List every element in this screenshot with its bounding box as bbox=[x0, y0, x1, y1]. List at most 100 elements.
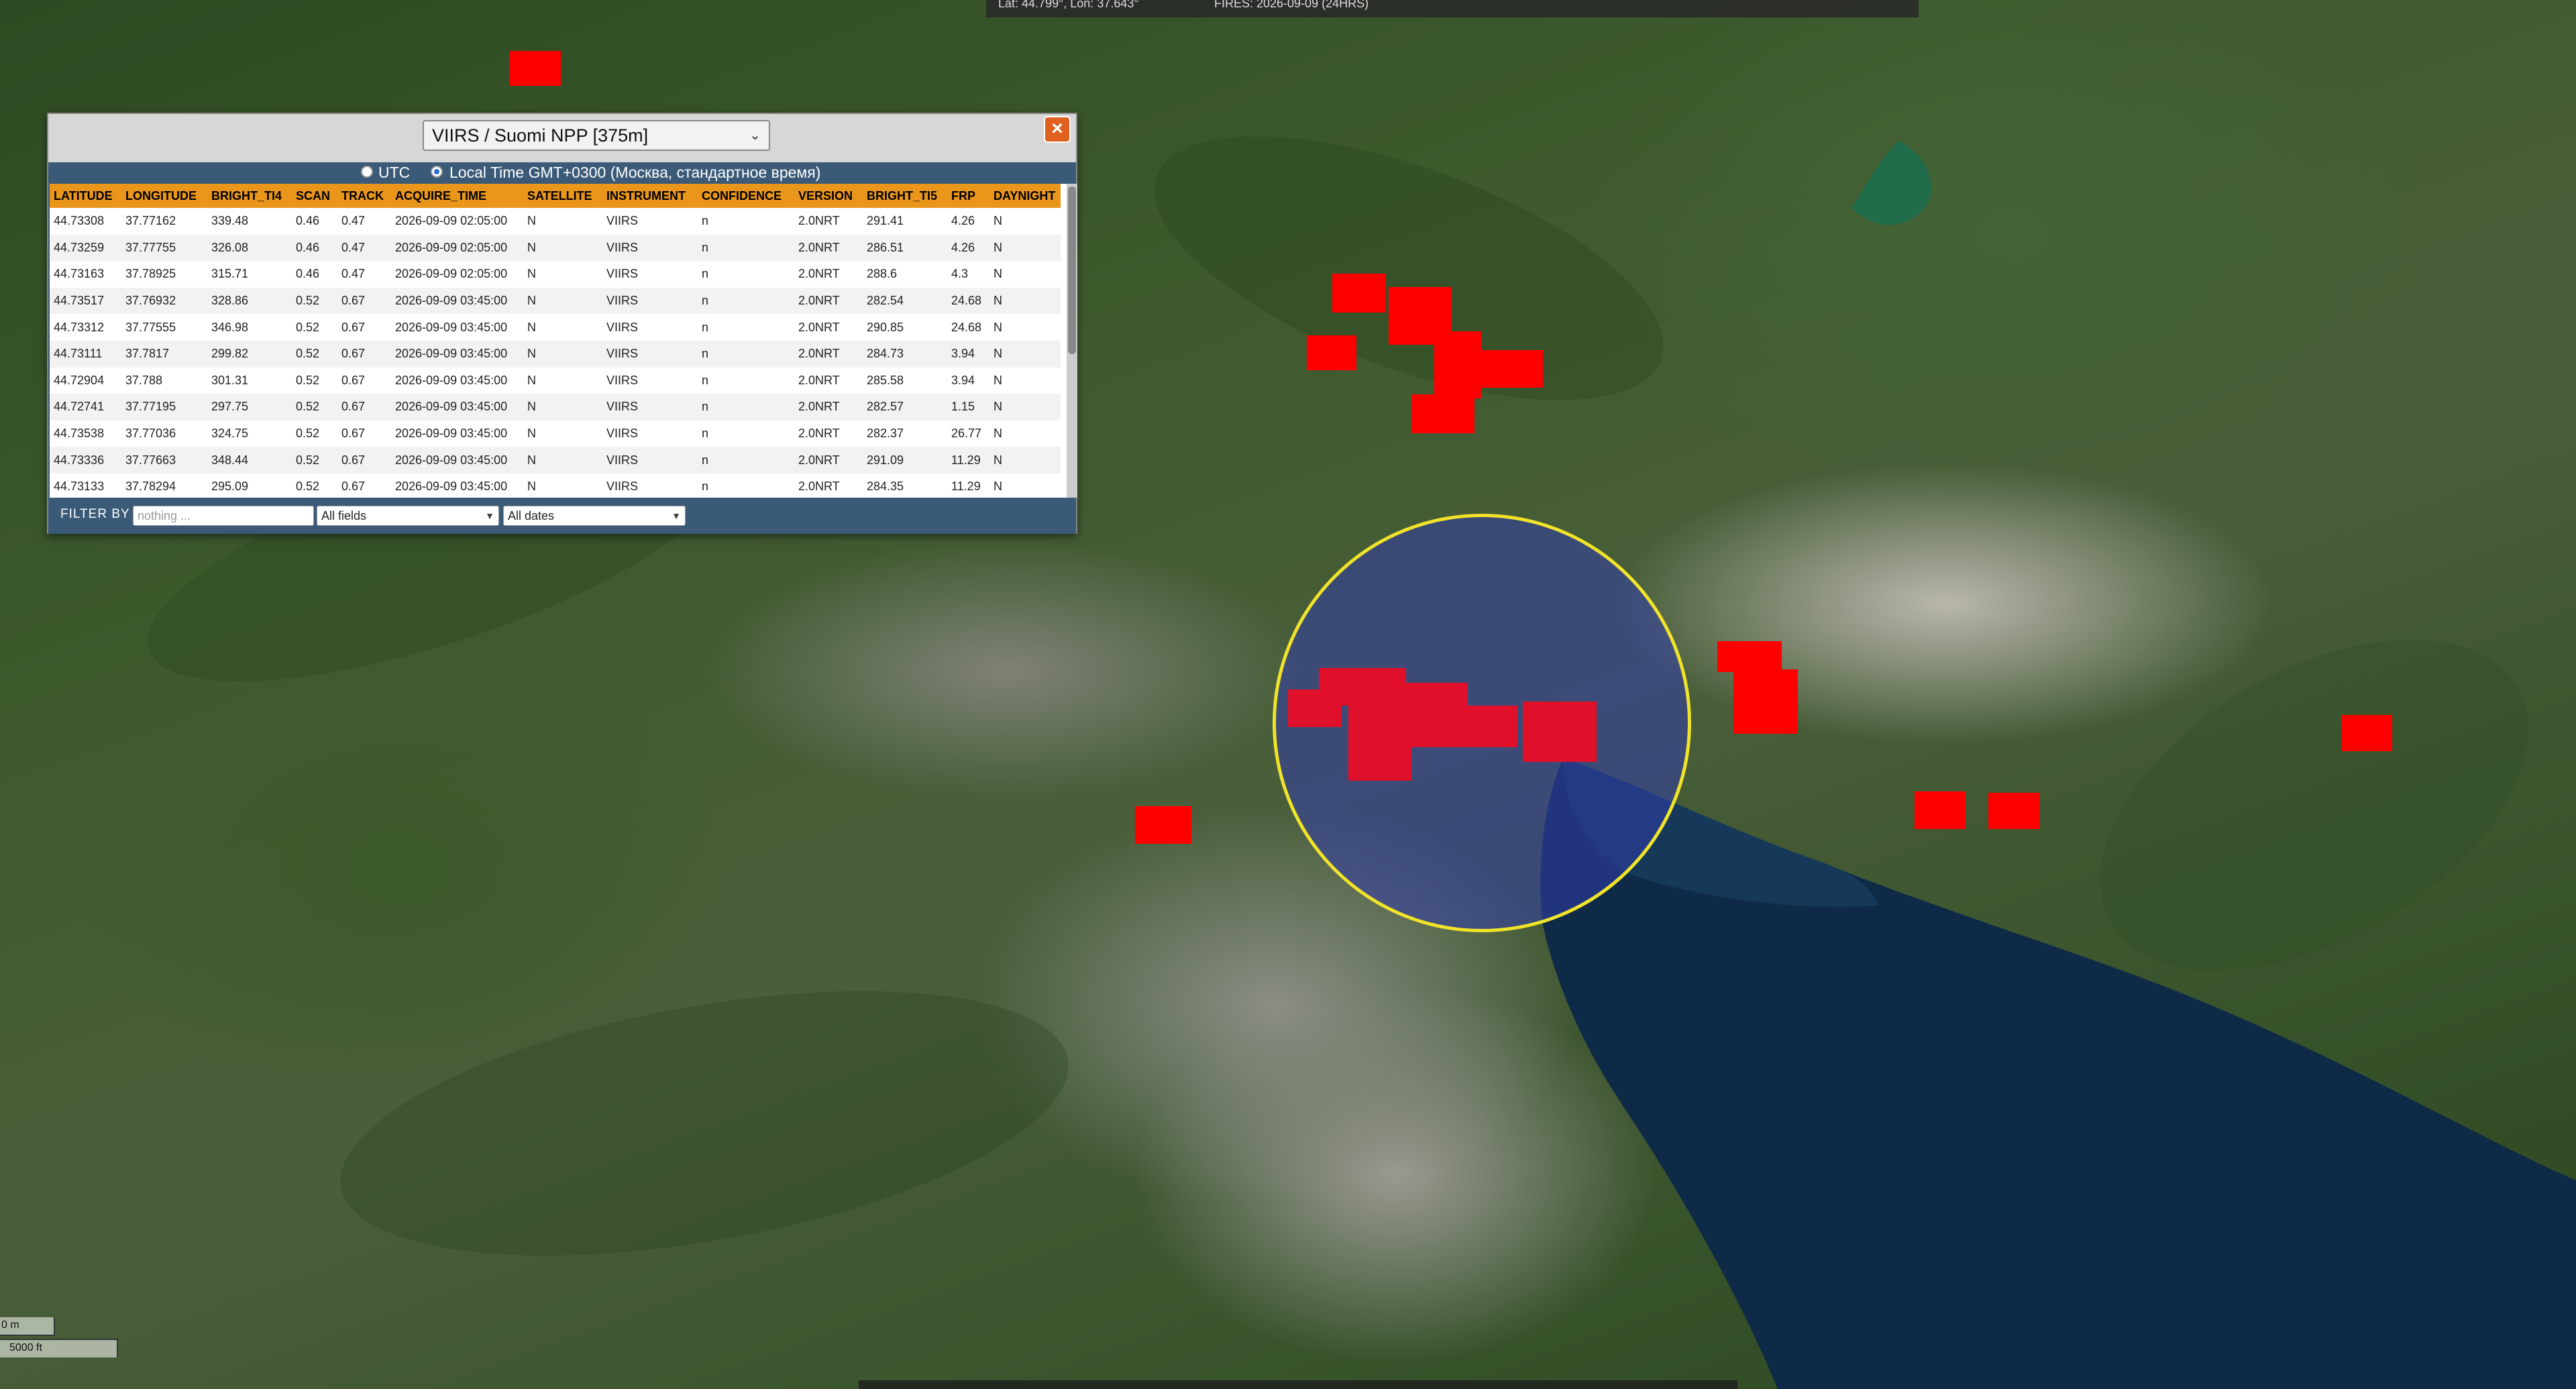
fire-pixel[interactable] bbox=[1307, 335, 1356, 370]
column-header[interactable]: BRIGHT_TI5 bbox=[863, 184, 947, 208]
local-time-radio[interactable] bbox=[431, 166, 443, 178]
table-row[interactable]: 44.73336 37.77663 348.44 0.52 0.67 2026-09-09… bbox=[50, 447, 1061, 474]
table-cell: 0.67 bbox=[337, 447, 391, 474]
table-cell: 37.78925 bbox=[125, 267, 176, 281]
table-cell: 324.75 bbox=[211, 427, 249, 441]
table-cell: 37.77663 bbox=[121, 447, 207, 474]
table-row[interactable]: 44.73259 37.77755 326.08 0.46 0.47 2026-09-09… bbox=[50, 234, 1061, 262]
table-cell: 37.76932 bbox=[121, 287, 207, 315]
table-cell: 37.77036 bbox=[125, 427, 176, 441]
table-cell: 37.7817 bbox=[121, 340, 207, 368]
table-cell: 24.68 bbox=[951, 320, 982, 334]
table-row[interactable]: 44.73133 37.78294 295.09 0.52 0.67 2026-09-09… bbox=[50, 474, 1061, 498]
table-row[interactable]: 44.73111 37.7817 299.82 0.52 0.67 2026-09-09 … bbox=[50, 340, 1061, 368]
table-cell: 0.67 bbox=[341, 480, 366, 494]
table-cell: 3.94 bbox=[947, 340, 989, 368]
fire-pixel[interactable] bbox=[1473, 350, 1543, 388]
close-button[interactable]: × bbox=[1044, 116, 1071, 143]
fire-pixel[interactable] bbox=[1733, 669, 1798, 734]
fire-pixel[interactable] bbox=[1135, 806, 1191, 844]
table-cell: N bbox=[994, 427, 1002, 441]
table-cell: 0.46 bbox=[292, 234, 337, 262]
close-icon: × bbox=[1051, 117, 1063, 140]
fire-pixel[interactable] bbox=[1456, 706, 1517, 747]
table-cell: N bbox=[989, 340, 1061, 368]
column-header[interactable]: BRIGHT_TI4 bbox=[207, 184, 292, 208]
column-header[interactable]: SATELLITE bbox=[523, 184, 602, 208]
table-cell: 0.67 bbox=[341, 320, 366, 334]
table-cell: 282.37 bbox=[867, 427, 904, 441]
fire-pixel[interactable] bbox=[510, 51, 561, 86]
table-cell: N bbox=[994, 214, 1002, 228]
table-cell: 291.41 bbox=[867, 214, 904, 228]
table-cell: 24.68 bbox=[947, 287, 989, 315]
column-header[interactable]: FRP bbox=[947, 184, 989, 208]
scrollbar-thumb[interactable] bbox=[1068, 186, 1076, 354]
column-header[interactable]: DAYNIGHT bbox=[989, 184, 1061, 208]
table-cell: 0.67 bbox=[341, 427, 366, 441]
fire-pixel[interactable] bbox=[2341, 715, 2392, 751]
table-cell: 44.73133 bbox=[54, 480, 105, 494]
table-cell: 26.77 bbox=[951, 427, 982, 441]
fire-pixel[interactable] bbox=[1988, 793, 2039, 829]
filter-dates-value: All dates bbox=[508, 509, 555, 522]
table-cell: 11.29 bbox=[951, 480, 981, 494]
table-cell: n bbox=[702, 373, 709, 387]
table-scrollbar[interactable] bbox=[1067, 184, 1077, 498]
table-cell: 11.29 bbox=[947, 447, 989, 474]
table-cell: n bbox=[698, 340, 794, 368]
bottom-toolbar[interactable] bbox=[859, 1380, 1737, 1389]
column-header[interactable]: LATITUDE bbox=[50, 184, 121, 208]
table-cell: N bbox=[994, 373, 1002, 387]
table-cell: N bbox=[994, 480, 1002, 494]
table-row[interactable]: 44.73538 37.77036 324.75 0.52 0.67 2026-09-09… bbox=[50, 421, 1061, 447]
table-cell: 0.67 bbox=[337, 340, 391, 368]
filter-field-value: All fields bbox=[321, 509, 367, 522]
table-cell: N bbox=[523, 287, 602, 315]
table-cell: 2026-09-09 03:45:00 bbox=[395, 427, 508, 441]
fire-table-container[interactable]: LATITUDE LONGITUDE BRIGHT_TI4 SCAN TRACK ACQU… bbox=[50, 184, 1067, 498]
scale-metric: 0 m bbox=[0, 1317, 55, 1336]
column-header[interactable]: SCAN bbox=[292, 184, 337, 208]
table-cell: 2.0NRT bbox=[798, 427, 840, 441]
column-header[interactable]: ACQUIRE_TIME bbox=[391, 184, 523, 208]
table-cell: n bbox=[702, 320, 709, 334]
column-header[interactable]: VERSION bbox=[794, 184, 863, 208]
sensor-dropdown[interactable]: VIIRS / Suomi NPP [375m] ⌄ bbox=[423, 120, 770, 151]
time-mode-row: UTC Local Time GMT+0300 (Москва, стандар… bbox=[48, 162, 1076, 182]
table-cell: VIIRS bbox=[602, 234, 698, 262]
table-row[interactable]: 44.73312 37.77555 346.98 0.52 0.67 2026-09-09… bbox=[50, 314, 1061, 341]
table-row[interactable]: 44.73517 37.76932 328.86 0.52 0.67 2026-09-09… bbox=[50, 287, 1061, 315]
table-cell: 282.57 bbox=[863, 394, 947, 421]
fire-pixel[interactable] bbox=[1288, 689, 1342, 727]
filter-field-select[interactable]: All fields ▼ bbox=[317, 506, 499, 526]
column-header[interactable]: TRACK bbox=[337, 184, 391, 208]
fire-pixel[interactable] bbox=[1717, 641, 1782, 672]
filter-dates-select[interactable]: All dates ▼ bbox=[503, 506, 686, 526]
table-row[interactable]: 44.72904 37.788 301.31 0.52 0.67 2026-09-09 0… bbox=[50, 368, 1061, 394]
table-cell: 44.73538 bbox=[54, 427, 105, 441]
table-row[interactable]: 44.72741 37.77195 297.75 0.52 0.67 2026-09-09… bbox=[50, 394, 1061, 421]
filter-input[interactable]: nothing ... bbox=[133, 506, 314, 526]
table-row[interactable]: 44.73163 37.78925 315.71 0.46 0.47 2026-09-09… bbox=[50, 261, 1061, 288]
table-cell: N bbox=[523, 394, 602, 421]
column-header[interactable]: INSTRUMENT bbox=[602, 184, 698, 208]
table-cell: 2.0NRT bbox=[798, 320, 840, 334]
table-cell: 0.67 bbox=[337, 287, 391, 315]
column-header[interactable]: CONFIDENCE bbox=[698, 184, 794, 208]
table-cell: VIIRS bbox=[606, 373, 639, 387]
fire-pixel[interactable] bbox=[1411, 394, 1474, 433]
table-cell: 2026-09-09 03:45:00 bbox=[395, 320, 508, 334]
table-row[interactable]: 44.73308 37.77162 339.48 0.46 0.47 2026-09-09… bbox=[50, 208, 1061, 235]
table-cell: 4.3 bbox=[951, 267, 969, 281]
fire-pixel[interactable] bbox=[1332, 274, 1386, 313]
fire-pixel[interactable] bbox=[1915, 791, 1966, 829]
column-header[interactable]: LONGITUDE bbox=[121, 184, 207, 208]
fire-pixel[interactable] bbox=[1523, 702, 1597, 762]
table-cell: 0.52 bbox=[296, 480, 320, 494]
table-cell: 284.35 bbox=[867, 480, 904, 494]
table-cell: 0.47 bbox=[341, 214, 366, 228]
table-cell: N bbox=[989, 447, 1061, 474]
table-cell: 37.78294 bbox=[125, 480, 176, 494]
utc-radio[interactable] bbox=[361, 166, 373, 178]
